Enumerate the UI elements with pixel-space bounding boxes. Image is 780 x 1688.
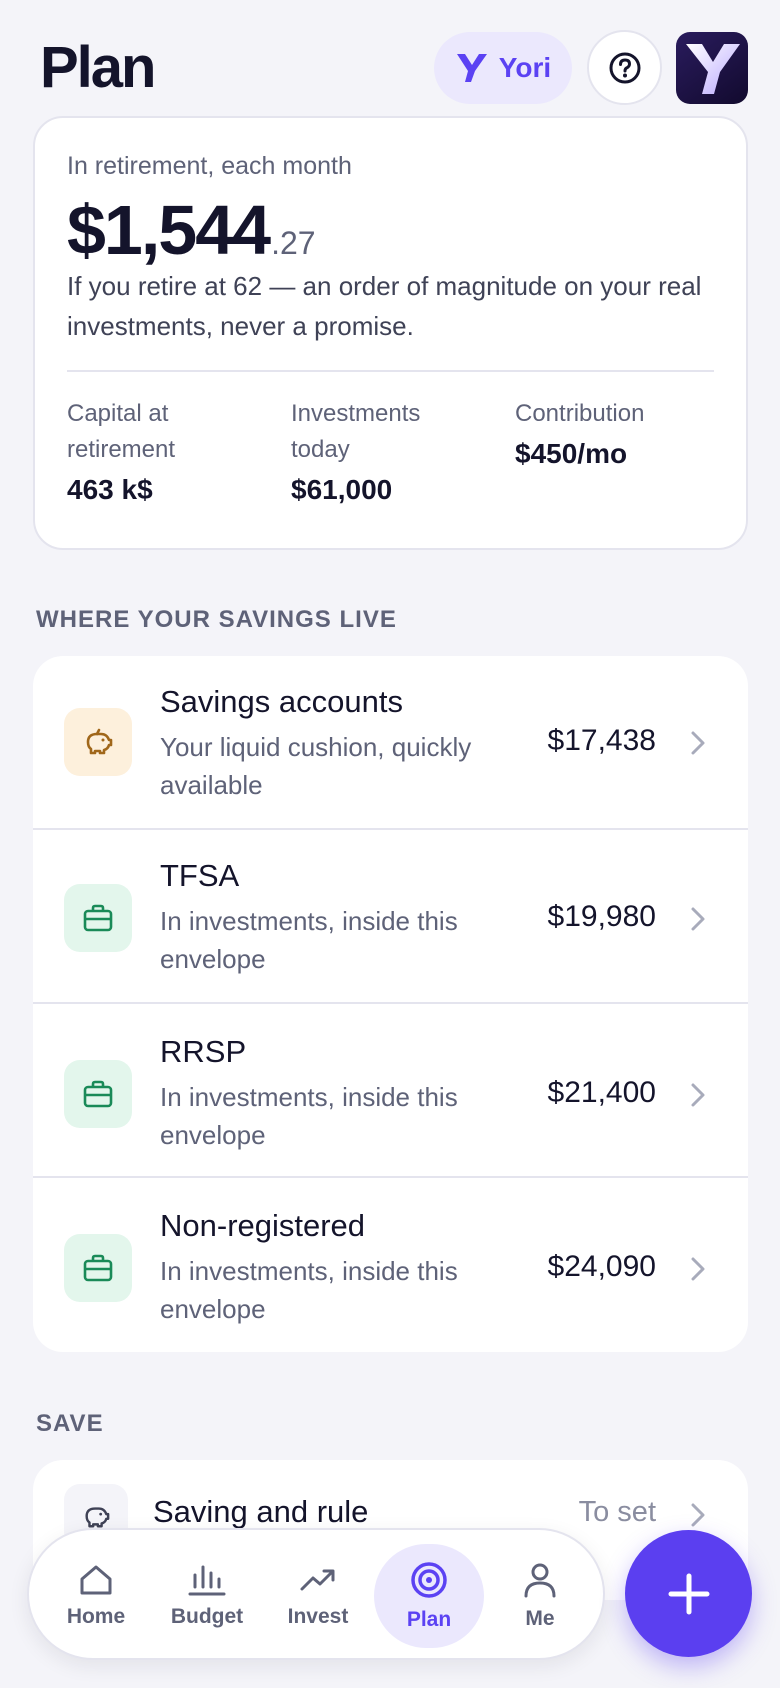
tab-plan[interactable]: Plan — [374, 1544, 484, 1648]
question-circle-icon — [609, 52, 640, 83]
tab-label: Me — [525, 1607, 555, 1630]
page-title: Plan — [40, 35, 156, 100]
tab-label: Plan — [406, 1608, 452, 1631]
list-item-title: Savings accounts — [160, 684, 403, 719]
list-item-subtitle: In investments, inside this envelope — [160, 1256, 458, 1324]
list-item-tfsa[interactable]: TFSA In investments, inside this envelop… — [33, 830, 748, 1004]
target-icon — [411, 1562, 447, 1598]
retirement-summary-card: In retirement, each month $1,544 .27 If … — [33, 116, 748, 550]
bar-chart-icon — [188, 1565, 226, 1596]
list-item-non-registered[interactable]: Non-registered In investments, inside th… — [33, 1178, 748, 1352]
stat-label: Capital at retirement — [67, 400, 176, 463]
stat-label: Investments today — [291, 400, 421, 463]
savings-list: Savings accounts Your liquid cushion, qu… — [33, 656, 748, 1352]
stat-value: $61,000 — [291, 474, 393, 505]
section-title-savings: WHERE YOUR SAVINGS LIVE — [36, 606, 397, 633]
chevron-right-icon — [691, 907, 705, 931]
stat-contribution: Contribution $450/mo — [515, 396, 715, 470]
app-logo-button[interactable] — [676, 32, 748, 104]
retirement-note: If you retire at 62 — an order of magnit… — [67, 271, 702, 341]
y-logo-icon — [686, 44, 740, 94]
list-item-amount: $19,980 — [547, 900, 656, 933]
tab-me[interactable]: Me — [485, 1544, 595, 1648]
monthly-amount-main: $1,544 — [67, 191, 271, 269]
help-button[interactable] — [587, 30, 662, 105]
yori-assistant-button[interactable]: Yori — [434, 32, 572, 104]
list-item-subtitle: In investments, inside this envelope — [160, 1082, 458, 1150]
divider — [67, 370, 714, 372]
header: Plan Yori — [0, 0, 780, 116]
list-item-rrsp[interactable]: RRSP In investments, inside this envelop… — [33, 1004, 748, 1178]
briefcase-icon — [64, 1234, 132, 1302]
list-item-amount: $21,400 — [547, 1076, 656, 1109]
briefcase-icon — [64, 1060, 132, 1128]
stat-value: 463 k$ — [67, 474, 153, 505]
list-item-title: Non-registered — [160, 1208, 366, 1243]
list-item-value: To set — [578, 1496, 656, 1528]
trend-up-icon — [300, 1569, 335, 1591]
chevron-right-icon — [691, 1083, 705, 1107]
yori-logo-icon — [456, 54, 487, 82]
stat-value: $450/mo — [515, 438, 628, 469]
stat-capital: Capital at retirement 463 k$ — [67, 396, 267, 506]
yori-label: Yori — [498, 52, 552, 83]
chevron-right-icon — [691, 1503, 705, 1527]
tab-invest[interactable]: Invest — [263, 1544, 373, 1648]
bottom-tab-bar: Home Budget Invest Plan Me — [27, 1528, 605, 1660]
list-item-title: TFSA — [160, 858, 240, 893]
list-item-amount: $17,438 — [547, 724, 656, 757]
list-item-subtitle: In investments, inside this envelope — [160, 906, 458, 974]
tab-label: Invest — [287, 1605, 349, 1628]
briefcase-icon — [64, 884, 132, 952]
add-button[interactable] — [625, 1530, 752, 1657]
piggy-bank-icon — [64, 708, 132, 776]
list-item-amount: $24,090 — [547, 1250, 656, 1283]
retirement-label: In retirement, each month — [67, 152, 352, 180]
section-title-save: SAVE — [36, 1410, 104, 1437]
list-item-title: RRSP — [160, 1034, 247, 1069]
list-item-subtitle: Your liquid cushion, quickly available — [160, 732, 472, 800]
user-icon — [524, 1563, 556, 1598]
list-item-savings-accounts[interactable]: Savings accounts Your liquid cushion, qu… — [33, 656, 748, 830]
plus-icon — [668, 1573, 709, 1614]
monthly-amount-cents: .27 — [271, 225, 316, 261]
chevron-right-icon — [691, 1257, 705, 1281]
tab-label: Budget — [170, 1605, 244, 1628]
stat-label: Contribution — [515, 400, 645, 427]
monthly-amount: $1,544 .27 — [67, 190, 316, 270]
list-item-title: Saving and rule — [153, 1494, 369, 1529]
chevron-right-icon — [691, 731, 705, 755]
tab-budget[interactable]: Budget — [152, 1544, 262, 1648]
tab-label: Home — [66, 1605, 126, 1628]
home-icon — [80, 1565, 112, 1595]
stat-investments: Investments today $61,000 — [291, 396, 491, 506]
tab-home[interactable]: Home — [41, 1544, 151, 1648]
